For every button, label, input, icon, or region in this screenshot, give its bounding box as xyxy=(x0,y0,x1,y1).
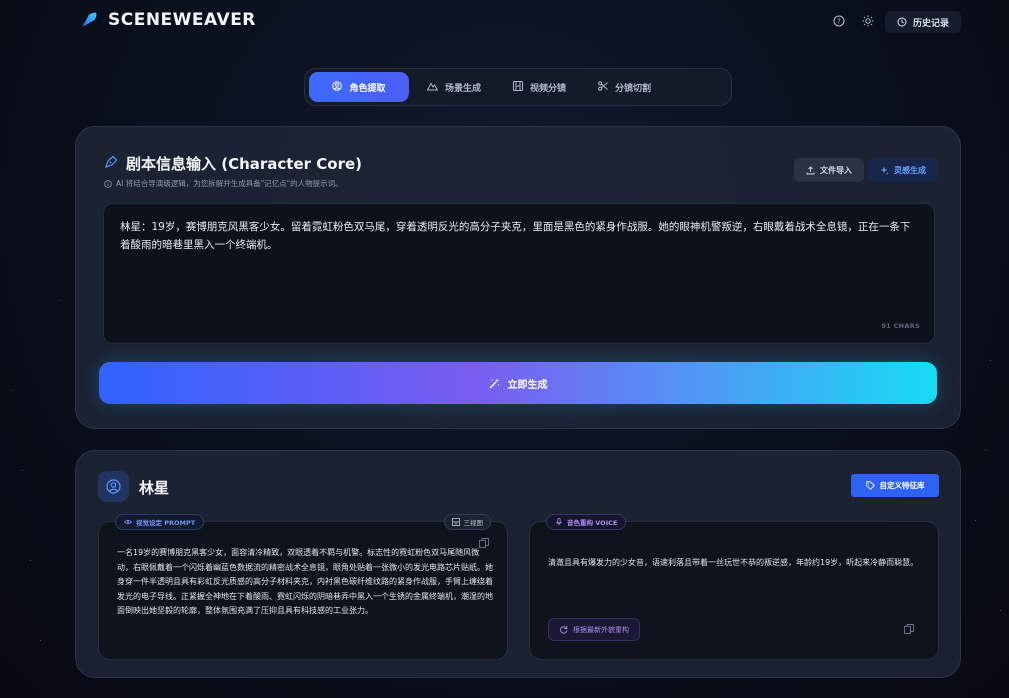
sun-icon[interactable] xyxy=(860,13,876,29)
tab-label: 分镜切割 xyxy=(615,83,652,94)
tab-label: 场景生成 xyxy=(445,83,482,94)
refresh-icon xyxy=(560,626,568,634)
script-text: 林星：19岁，赛博朋克风黑客少女。留着霓虹粉色双马尾，穿着透明反光的高分子夹克，… xyxy=(120,221,911,251)
sparkles-icon xyxy=(880,166,889,175)
upload-icon xyxy=(806,165,815,174)
pen-nib-icon xyxy=(104,155,118,173)
file-import-label: 文件导入 xyxy=(820,165,852,175)
magic-wand-icon xyxy=(489,378,499,388)
tab-video-storyboard[interactable]: 视频分镜 xyxy=(499,72,580,102)
rebuild-from-appearance-label: 根据最新外貌重构 xyxy=(573,625,629,634)
voice-badge-label: 音色重构 VOICE xyxy=(567,519,618,527)
visual-prompt-badge: 视觉设定 PROMPT xyxy=(115,514,205,530)
history-button[interactable]: 历史记录 xyxy=(885,11,962,33)
char-count: 91 CHARS xyxy=(881,322,920,330)
card-title-text: 剧本信息输入 (Character Core) xyxy=(126,155,363,173)
user-circle-icon xyxy=(106,479,121,494)
script-textarea[interactable]: 林星：19岁，赛博朋克风黑客少女。留着霓虹粉色双马尾，穿着透明反光的高分子夹克，… xyxy=(103,203,935,344)
mode-tabs: 角色提取 场景生成 视频分镜 分镜切割 xyxy=(304,68,732,106)
user-circle-icon xyxy=(332,80,343,94)
card-subtitle-text: AI 将结合导演级逻辑，为您拆解并生成具备"记忆点"的人物提示词。 xyxy=(116,179,343,188)
avatar xyxy=(98,471,129,502)
brand-name: SCENEWEAVER xyxy=(108,10,256,30)
custom-feature-library-button[interactable]: 自定义特征库 xyxy=(851,474,939,497)
three-view-label: 三视图 xyxy=(463,519,484,527)
mountain-icon xyxy=(426,81,439,94)
history-label: 历史记录 xyxy=(913,18,950,29)
rebuild-from-appearance-button[interactable]: 根据最新外貌重构 xyxy=(548,618,640,641)
inspiration-generate-label: 灵感生成 xyxy=(894,165,926,175)
history-icon xyxy=(897,17,907,27)
scissors-icon xyxy=(598,80,608,94)
visual-prompt-badge-label: 视觉设定 PROMPT xyxy=(136,519,196,527)
visual-prompt-panel: 视觉设定 PROMPT 三视图 一名19岁的赛博朋克黑客少女，面容清冷精致，双眼… xyxy=(98,514,508,660)
tab-label: 视频分镜 xyxy=(530,83,567,94)
voice-panel: 音色重构 VOICE 清澈且具有爆发力的少女音，语速利落且带着一丝玩世不恭的叛逆… xyxy=(529,514,939,660)
help-circle-icon[interactable]: ? xyxy=(831,13,847,29)
visual-prompt-text: 一名19岁的赛博朋克黑客少女，面容清冷精致，双眼透着不羁与机警。标志性的霓虹粉色… xyxy=(117,548,493,616)
voice-badge: 音色重构 VOICE xyxy=(546,514,627,530)
character-result-card: 林星 自定义特征库 视觉设定 PROMPT 三视图 一名19岁的赛博朋克黑客少女… xyxy=(75,450,961,678)
card-subtitle: AI 将结合导演级逻辑，为您拆解并生成具备"记忆点"的人物提示词。 xyxy=(104,178,343,189)
app-header: SCENEWEAVER ? 历史记录 xyxy=(0,0,1009,42)
feather-logo-icon xyxy=(82,12,97,27)
info-icon xyxy=(104,179,112,188)
eye-icon xyxy=(124,519,132,525)
voice-description-text: 清澈且具有爆发力的少女音，语速利落且带着一丝玩世不恭的叛逆感，年龄约19岁，听起… xyxy=(548,558,919,567)
card-title: 剧本信息输入 (Character Core) xyxy=(104,153,362,174)
tab-character-extract[interactable]: 角色提取 xyxy=(309,72,409,102)
script-input-card: 剧本信息输入 (Character Core) AI 将结合导演级逻辑，为您拆解… xyxy=(75,126,961,429)
tab-storyboard-cut[interactable]: 分镜切割 xyxy=(584,72,665,102)
file-import-button[interactable]: 文件导入 xyxy=(794,158,864,182)
copy-icon[interactable] xyxy=(904,624,914,637)
tab-label: 角色提取 xyxy=(349,83,386,94)
brand[interactable]: SCENEWEAVER xyxy=(80,10,256,30)
tab-scene-generate[interactable]: 场景生成 xyxy=(413,72,495,102)
generate-now-label: 立即生成 xyxy=(507,379,548,391)
custom-feature-library-label: 自定义特征库 xyxy=(879,481,925,490)
generate-now-button[interactable]: 立即生成 xyxy=(99,362,937,404)
svg-text:?: ? xyxy=(837,18,841,26)
mic-icon xyxy=(556,518,562,526)
three-view-button[interactable]: 三视图 xyxy=(443,514,491,530)
layout-icon xyxy=(451,518,460,526)
tag-icon xyxy=(865,481,875,490)
film-icon xyxy=(513,80,524,94)
character-name: 林星 xyxy=(139,479,170,497)
inspiration-generate-button[interactable]: 灵感生成 xyxy=(868,158,938,182)
